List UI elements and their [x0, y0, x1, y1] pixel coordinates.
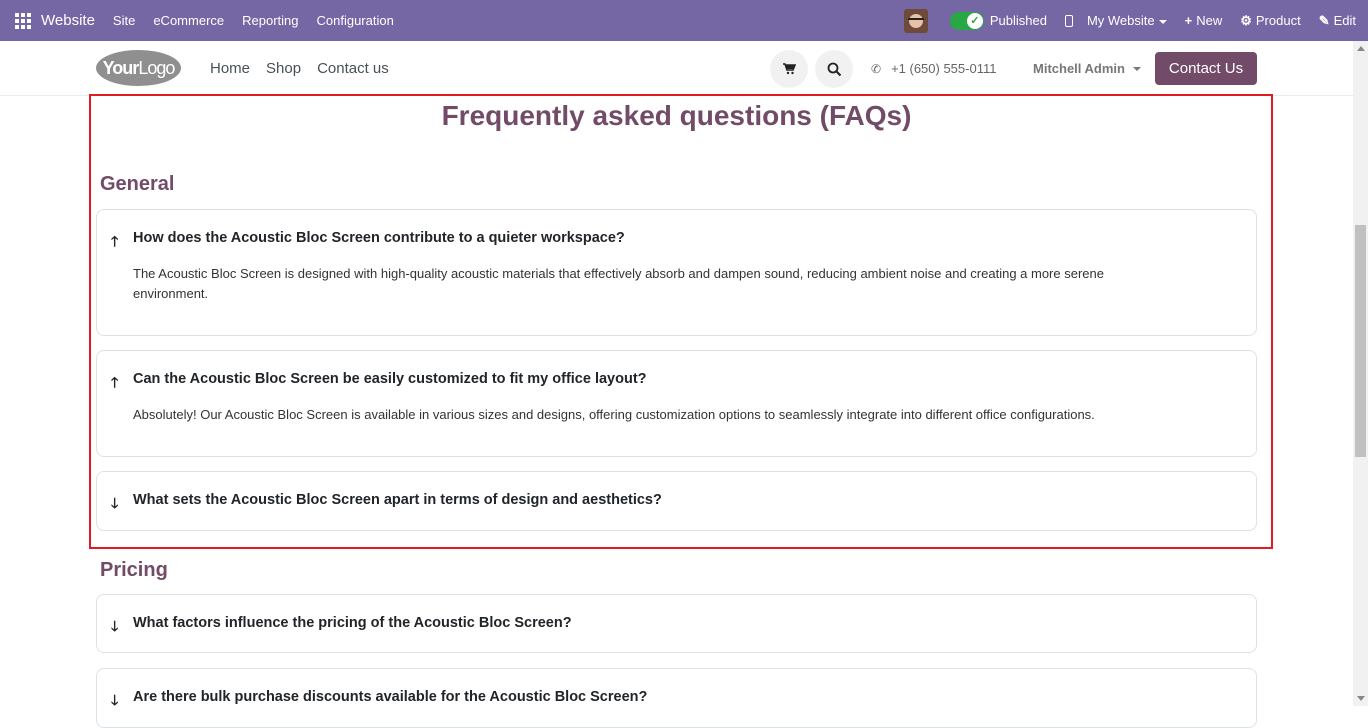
menu-reporting[interactable]: Reporting — [242, 13, 298, 28]
main-nav: Home Shop Contact us — [210, 41, 405, 96]
faq-item[interactable]: 🡓 Are there bulk purchase discounts avai… — [96, 668, 1257, 728]
scrollbar-thumb[interactable] — [1355, 225, 1366, 457]
arrow-down-icon: 🡓 — [111, 692, 119, 708]
faq-question[interactable]: Are there bulk purchase discounts availa… — [133, 689, 647, 705]
selected-block-outline — [89, 94, 1273, 549]
user-avatar[interactable] — [903, 8, 928, 33]
logo-text-bold: Your — [102, 58, 140, 78]
contact-us-button[interactable]: Contact Us — [1155, 52, 1257, 85]
user-menu[interactable]: Mitchell Admin — [1033, 41, 1141, 96]
phone-number: +1 (650) 555-0111 — [891, 61, 997, 76]
plus-icon: + — [1184, 13, 1193, 28]
product-label: Product — [1255, 12, 1301, 28]
logo-text-rest: Logo — [138, 58, 175, 78]
phone-contact[interactable]: ✆ +1 (650) 555-0111 — [871, 41, 996, 96]
apps-menu-icon[interactable] — [15, 12, 31, 29]
page-scrollbar[interactable] — [1353, 41, 1368, 706]
new-button[interactable]: + New — [1185, 13, 1223, 28]
nav-home[interactable]: Home — [210, 60, 250, 77]
my-website-label: My Website — [1086, 13, 1155, 28]
gear-icon: ⚙ — [1240, 12, 1252, 28]
cart-icon — [782, 63, 796, 75]
app-brand[interactable]: Website — [41, 12, 95, 29]
pencil-icon: ✎ — [1318, 12, 1330, 28]
menu-configuration[interactable]: Configuration — [317, 13, 394, 28]
faq-question[interactable]: What factors influence the pricing of th… — [133, 615, 572, 631]
phone-icon: ✆ — [871, 61, 882, 76]
published-toggle[interactable]: ✓ — [949, 11, 984, 30]
new-label: New — [1196, 13, 1223, 28]
arrow-down-icon: 🡓 — [111, 618, 119, 634]
cart-button[interactable] — [770, 50, 808, 88]
admin-navbar: Website Site eCommerce Reporting Configu… — [0, 0, 1368, 41]
search-button[interactable] — [815, 50, 853, 88]
edit-label: Edit — [1333, 12, 1356, 28]
search-icon — [827, 62, 841, 76]
scroll-down-icon[interactable] — [1357, 696, 1365, 701]
site-logo[interactable]: YourLogo — [96, 50, 181, 86]
menu-ecommerce[interactable]: eCommerce — [153, 13, 224, 28]
product-button[interactable]: ⚙ Product — [1240, 13, 1300, 29]
check-icon: ✓ — [966, 12, 983, 29]
edit-button[interactable]: ✎ Edit — [1319, 13, 1356, 29]
mobile-preview-icon[interactable] — [1064, 14, 1073, 27]
published-label[interactable]: Published — [990, 13, 1047, 28]
caret-down-icon — [1158, 19, 1167, 24]
site-header: YourLogo Home Shop Contact us ✆ +1 (650) … — [0, 41, 1368, 96]
menu-site[interactable]: Site — [113, 13, 135, 28]
my-website-dropdown[interactable]: My Website — [1087, 13, 1167, 28]
nav-shop[interactable]: Shop — [266, 60, 301, 77]
user-name: Mitchell Admin — [1033, 61, 1125, 76]
section-title-pricing: Pricing — [100, 559, 168, 581]
nav-contact-us[interactable]: Contact us — [317, 60, 389, 77]
caret-down-icon — [1132, 66, 1141, 71]
faq-item[interactable]: 🡓 What factors influence the pricing of … — [96, 594, 1257, 653]
scroll-up-icon[interactable] — [1357, 46, 1365, 51]
